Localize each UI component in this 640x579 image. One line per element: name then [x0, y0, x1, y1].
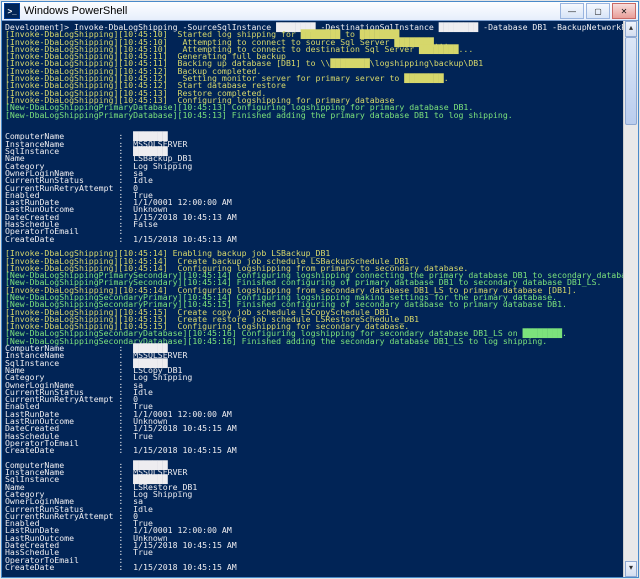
terminal-output: Development]> Invoke-DbaLogShipping -Sou… — [2, 21, 638, 574]
scroll-thumb[interactable] — [625, 37, 637, 125]
title-bar[interactable]: >_ Windows PowerShell — ▢ ✕ — [2, 2, 638, 21]
close-button[interactable]: ✕ — [612, 3, 636, 19]
vertical-scrollbar[interactable]: ▴ ▾ — [623, 21, 638, 577]
scroll-down-button[interactable]: ▾ — [625, 561, 637, 577]
terminal-pane[interactable]: Development]> Invoke-DbaLogShipping -Sou… — [2, 21, 638, 577]
powershell-icon: >_ — [4, 3, 20, 19]
maximize-button[interactable]: ▢ — [586, 3, 610, 19]
minimize-button[interactable]: — — [560, 3, 584, 19]
powershell-window: >_ Windows PowerShell — ▢ ✕ Development]… — [1, 1, 639, 578]
window-title: Windows PowerShell — [24, 5, 558, 17]
scroll-up-button[interactable]: ▴ — [625, 21, 637, 37]
